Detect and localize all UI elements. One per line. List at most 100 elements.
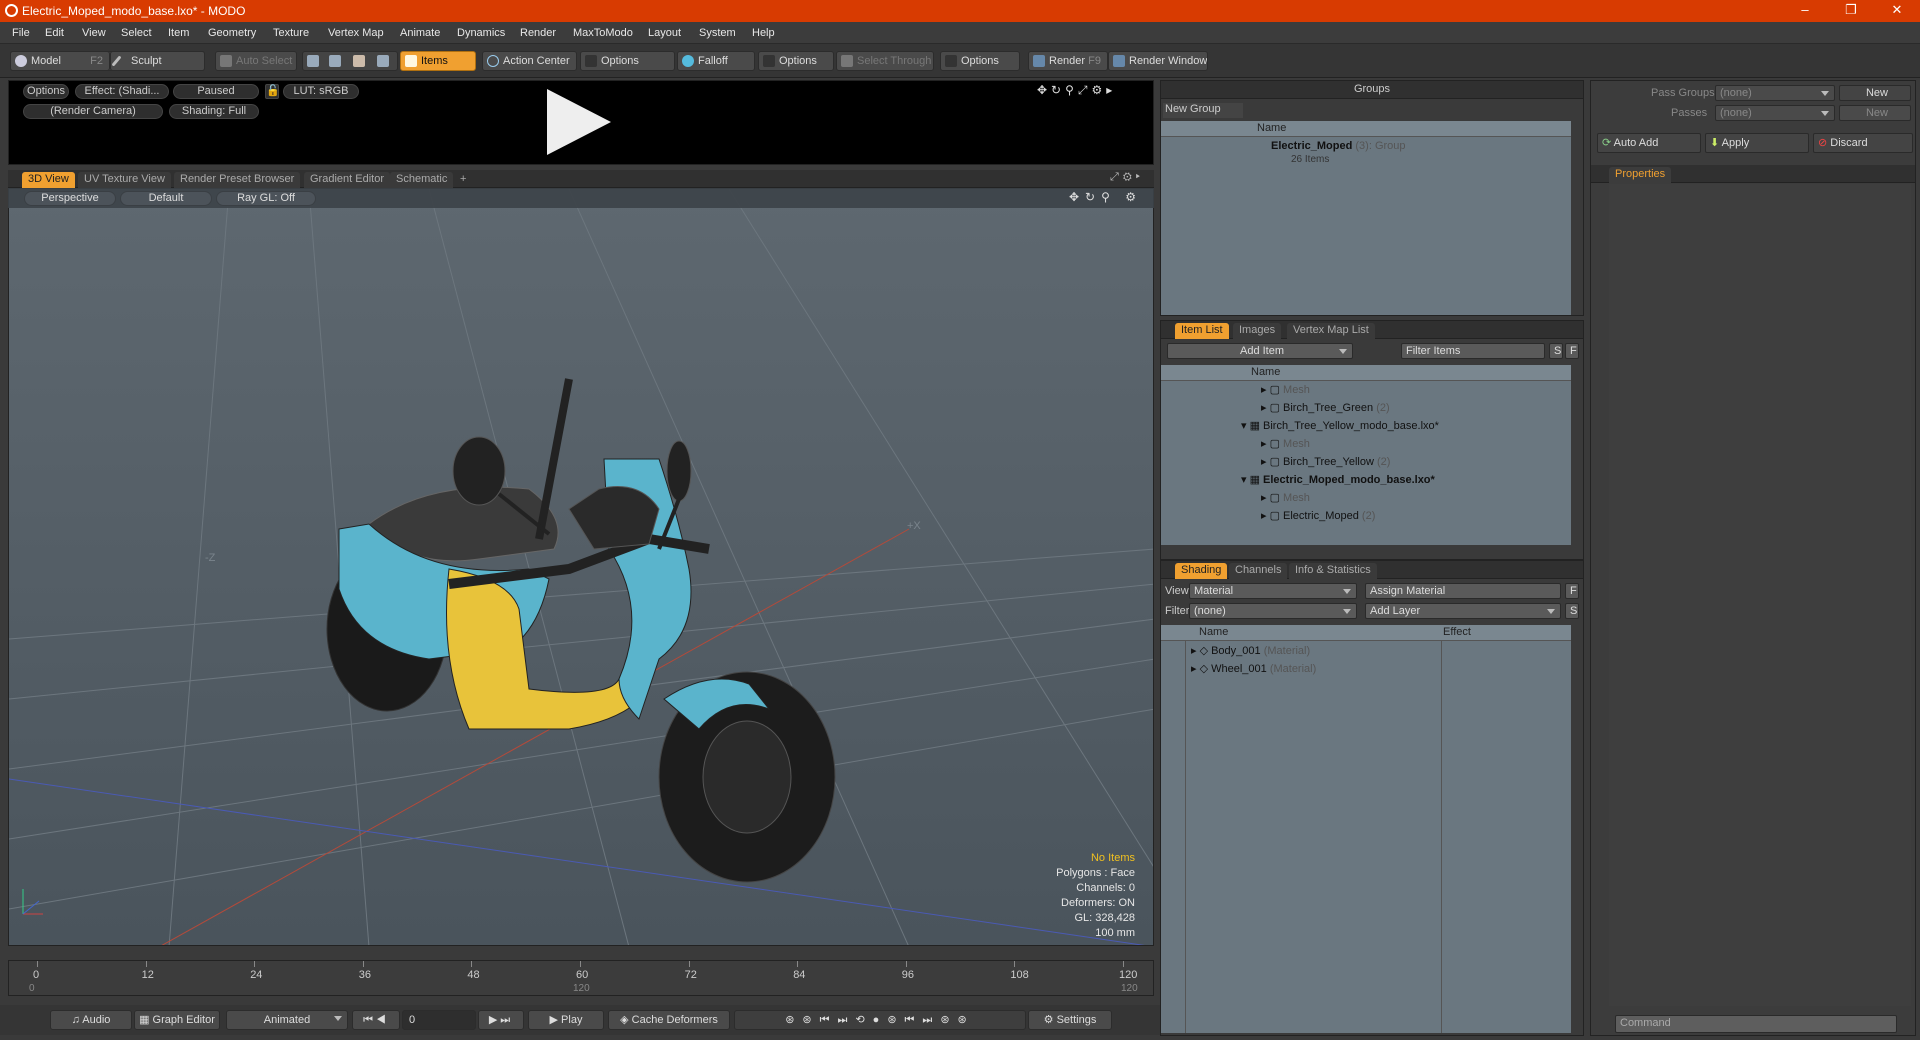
tab-3d-view[interactable]: 3D View	[22, 172, 75, 188]
shading-f-toggle[interactable]: F	[1565, 583, 1579, 599]
tab-item-list[interactable]: Item List	[1175, 323, 1229, 339]
menu-dynamics[interactable]: Dynamics	[457, 27, 505, 39]
new-group-button[interactable]: New Group	[1163, 103, 1243, 118]
menu-system[interactable]: System	[699, 27, 736, 39]
filter-toggle[interactable]: F	[1565, 343, 1579, 359]
action-center-button[interactable]: Action Center	[482, 51, 577, 71]
tab-gradient-editor[interactable]: Gradient Editor	[304, 172, 390, 188]
command-input[interactable]: Command	[1615, 1015, 1897, 1033]
polygons-icon[interactable]	[353, 55, 365, 67]
camera-dropdown[interactable]: (Render Camera)	[23, 104, 163, 119]
falloff-button[interactable]: Falloff	[677, 51, 755, 71]
viewport-nav-icons[interactable]: ✥↻⚲ ⚙	[1069, 190, 1142, 204]
pass-groups-dropdown[interactable]: (none)	[1715, 85, 1835, 101]
tab-vertex-map-list[interactable]: Vertex Map List	[1287, 323, 1375, 339]
auto-add-button[interactable]: ⟳ Auto Add	[1597, 133, 1701, 153]
prev-key-buttons[interactable]: ⏮◀	[352, 1010, 400, 1030]
3d-viewport[interactable]: +X -Z No Items Polygons : Face Channels:…	[8, 188, 1154, 946]
shading-dropdown[interactable]: Shading: Full	[169, 104, 259, 119]
items-button[interactable]: Items	[400, 51, 476, 71]
filter-dropdown[interactable]: (none)	[1189, 603, 1357, 619]
audio-button[interactable]: ♫ Audio	[50, 1010, 132, 1030]
view-dropdown[interactable]: Material	[1189, 583, 1357, 599]
select-through-button[interactable]: Select Through	[836, 51, 934, 71]
raygl-dropdown[interactable]: Ray GL: Off	[216, 191, 316, 206]
menu-geometry[interactable]: Geometry	[208, 27, 256, 39]
electric-moped-model[interactable]	[326, 378, 836, 883]
material-row-body[interactable]: ▸ ◇ Body_001 (Material)	[1191, 643, 1431, 661]
sculpt-button[interactable]: Sculpt	[110, 51, 205, 71]
tab-expand-gear-icons[interactable]: ⤢⚙▸	[1110, 171, 1144, 184]
select-through-options-button[interactable]: Options	[940, 51, 1020, 71]
tab-uv-texture-view[interactable]: UV Texture View	[78, 172, 171, 188]
menu-select[interactable]: Select	[121, 27, 152, 39]
discard-button[interactable]: ⊘ Discard	[1813, 133, 1913, 153]
item-row[interactable]: ▸ ▢ Birch_Tree_Yellow (2)	[1261, 454, 1561, 472]
item-row[interactable]: ▸ ▢ Birch_Tree_Green (2)	[1261, 400, 1561, 418]
menu-maxtomodo[interactable]: MaxToModo	[573, 27, 633, 39]
action-center-options-button[interactable]: Options	[580, 51, 675, 71]
tab-info-statistics[interactable]: Info & Statistics	[1289, 563, 1377, 579]
timeline[interactable]: 0 12 24 36 48 60 72 84 96 108 120 0 120 120	[8, 960, 1154, 996]
shading-s-toggle[interactable]: S	[1565, 603, 1579, 619]
menu-vertex-map[interactable]: Vertex Map	[328, 27, 384, 39]
filter-items-input[interactable]: Filter Items	[1401, 343, 1545, 359]
tab-schematic[interactable]: Schematic	[390, 172, 454, 188]
tab-shading[interactable]: Shading	[1175, 563, 1228, 579]
falloff-options-button[interactable]: Options	[758, 51, 834, 71]
preview-options-button[interactable]: Options	[23, 84, 69, 99]
menu-file[interactable]: File	[12, 27, 30, 39]
assign-material-button[interactable]: Assign Material	[1365, 583, 1561, 599]
item-row[interactable]: ▾ ▦ Electric_Moped_modo_base.lxo*	[1241, 472, 1541, 490]
perspective-dropdown[interactable]: Perspective	[24, 191, 116, 206]
menu-help[interactable]: Help	[752, 27, 775, 39]
menu-layout[interactable]: Layout	[648, 27, 681, 39]
menu-animate[interactable]: Animate	[400, 27, 440, 39]
style-dropdown[interactable]: Default	[120, 191, 212, 206]
cache-deformers-button[interactable]: ◈ Cache Deformers	[608, 1010, 730, 1030]
frame-field[interactable]: 0	[402, 1010, 476, 1030]
play-preview-icon[interactable]	[547, 89, 611, 155]
passes-dropdown[interactable]: (none)	[1715, 105, 1835, 121]
item-row[interactable]: ▸ ▢ Mesh	[1261, 436, 1561, 454]
paused-toggle[interactable]: Paused	[173, 84, 259, 99]
auto-select-button[interactable]: Auto Select	[215, 51, 297, 71]
tab-render-preset-browser[interactable]: Render Preset Browser	[174, 172, 301, 188]
play-button[interactable]: ▶ Play	[528, 1010, 604, 1030]
minimize-button[interactable]: –	[1782, 0, 1828, 22]
add-item-dropdown[interactable]: Add Item	[1167, 343, 1353, 359]
lock-icon[interactable]: 🔓	[265, 84, 280, 99]
menu-item[interactable]: Item	[168, 27, 189, 39]
material-row-wheel[interactable]: ▸ ◇ Wheel_001 (Material)	[1191, 661, 1431, 679]
menu-render[interactable]: Render	[520, 27, 556, 39]
tab-images[interactable]: Images	[1233, 323, 1282, 339]
tab-channels[interactable]: Channels	[1229, 563, 1288, 579]
materials-icon[interactable]	[377, 55, 389, 67]
search-toggle[interactable]: S	[1549, 343, 1563, 359]
model-button[interactable]: Model F2	[10, 51, 110, 71]
preview-nav-icons[interactable]: ✥↻⚲⤢⚙▸	[1037, 83, 1116, 98]
edges-icon[interactable]	[329, 55, 341, 67]
menu-view[interactable]: View	[82, 27, 106, 39]
vertices-icon[interactable]	[307, 55, 319, 67]
item-row[interactable]: ▾ ▦ Birch_Tree_Yellow_modo_base.lxo*	[1241, 418, 1541, 436]
render-button[interactable]: Render F9	[1028, 51, 1108, 71]
render-window-button[interactable]: Render Window	[1108, 51, 1208, 71]
key-tools-icons[interactable]: ⊛⊛⏮⏭⟲●⊛⏮⏭⊛⊛	[734, 1010, 1026, 1030]
new-pass-button[interactable]: New	[1839, 105, 1911, 121]
maximize-button[interactable]: ❐	[1828, 0, 1874, 22]
item-row[interactable]: ▸ ▢ Mesh	[1261, 490, 1561, 508]
settings-button[interactable]: ⚙ Settings	[1028, 1010, 1112, 1030]
item-row[interactable]: ▸ ▢ Electric_Moped (2)	[1261, 508, 1561, 526]
lut-dropdown[interactable]: LUT: sRGB	[283, 84, 359, 99]
effect-dropdown[interactable]: Effect: (Shadi...	[75, 84, 169, 99]
apply-button[interactable]: ⬇ Apply	[1705, 133, 1809, 153]
add-tab-icon[interactable]: +	[454, 172, 472, 188]
add-layer-dropdown[interactable]: Add Layer	[1365, 603, 1561, 619]
close-button[interactable]: ✕	[1874, 0, 1920, 22]
next-key-buttons[interactable]: ▶⏭	[478, 1010, 524, 1030]
tab-properties[interactable]: Properties	[1609, 167, 1672, 183]
new-pass-group-button[interactable]: New	[1839, 85, 1911, 101]
menu-edit[interactable]: Edit	[45, 27, 64, 39]
animated-dropdown[interactable]: Animated	[226, 1010, 348, 1030]
